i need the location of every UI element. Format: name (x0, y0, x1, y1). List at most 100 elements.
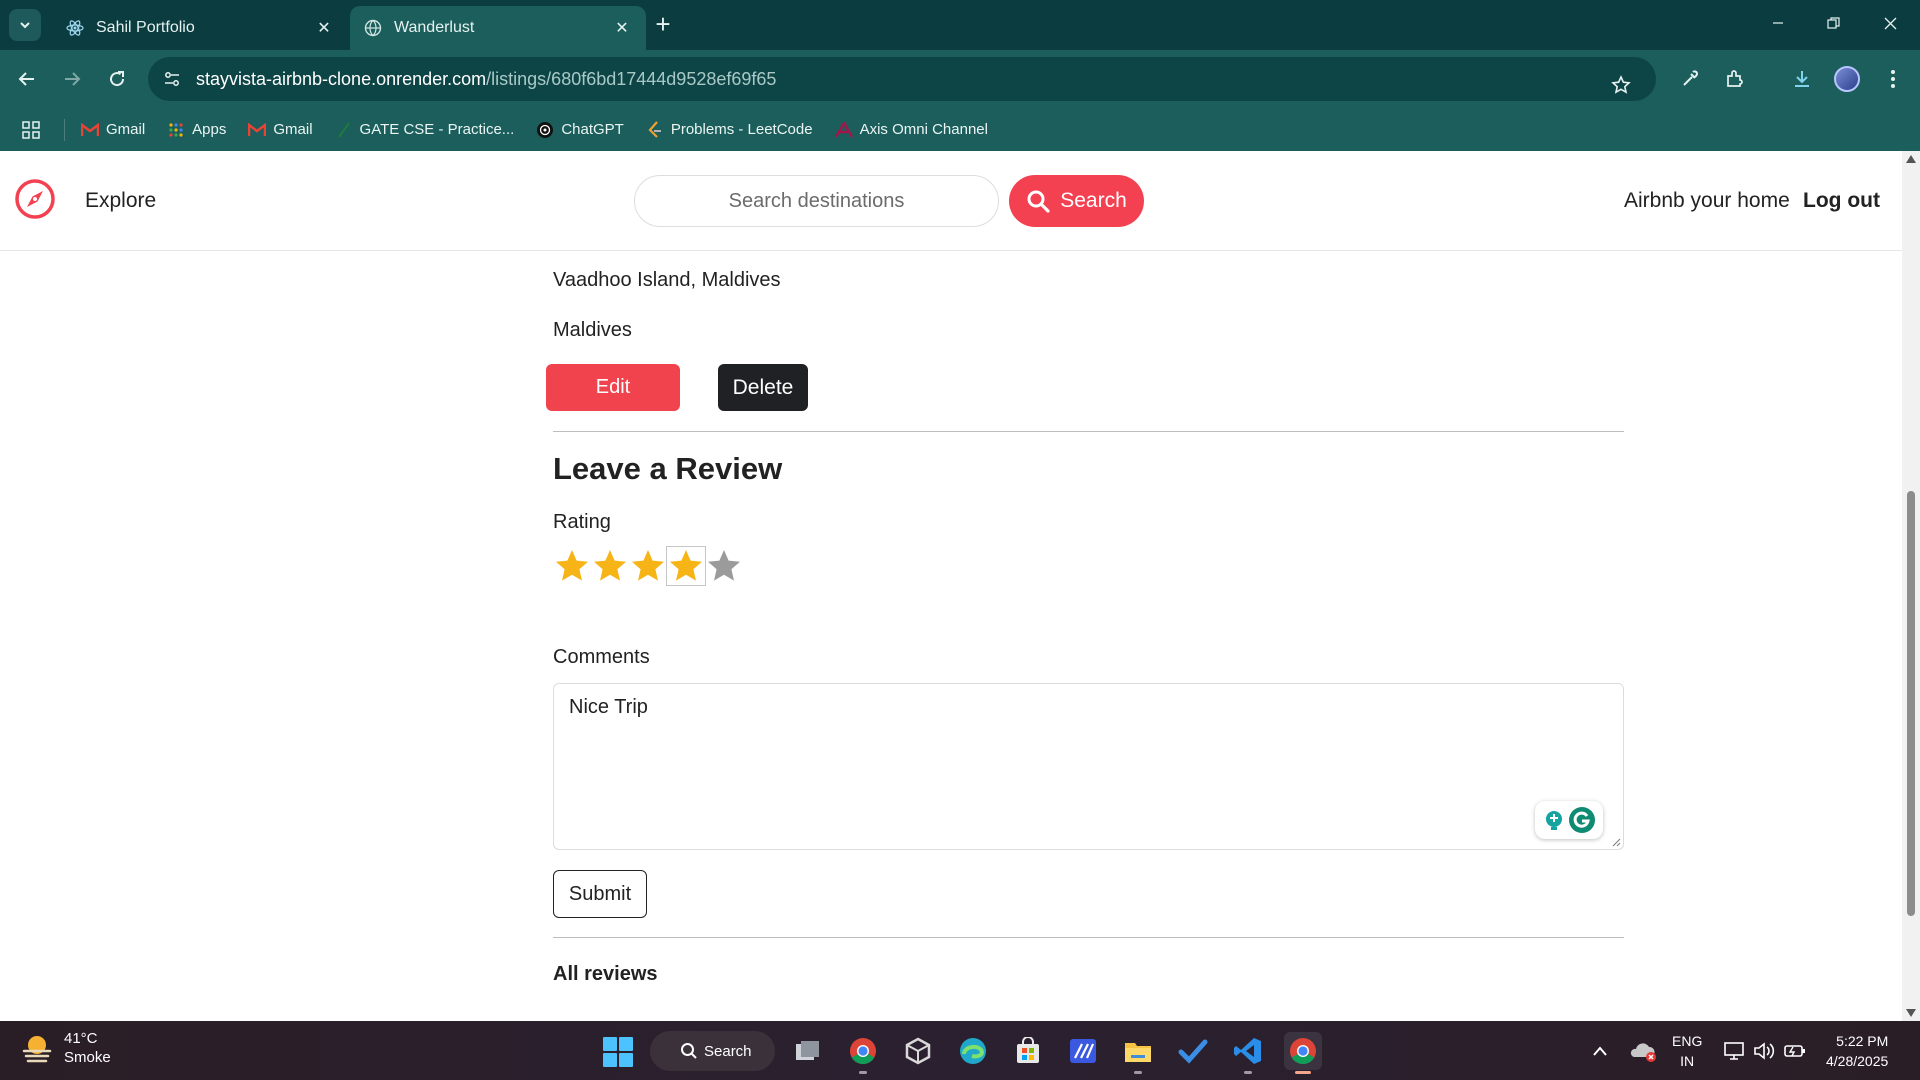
divider (553, 937, 1624, 938)
bookmark-star-icon[interactable] (1602, 66, 1640, 104)
all-reviews-heading: All reviews (553, 963, 658, 985)
tab-search-button[interactable] (9, 9, 41, 41)
reload-icon (110, 71, 125, 87)
back-button[interactable] (10, 62, 44, 96)
arrow-right-icon (65, 72, 81, 86)
checkmark-icon (1178, 1039, 1208, 1064)
system-clock[interactable]: 5:22 PM 4/28/2025 (1826, 1031, 1888, 1071)
taskbar-file-explorer[interactable] (1119, 1032, 1157, 1074)
review-form-title: Leave a Review (553, 451, 783, 486)
taskbar-task-view[interactable] (789, 1032, 827, 1070)
taskbar-search[interactable]: Search (650, 1031, 775, 1071)
weather-haze-icon (22, 1036, 52, 1063)
bookmark-gate-cse[interactable]: GATE CSE - Practice... (335, 121, 514, 138)
chevron-up-icon[interactable] (1592, 1045, 1608, 1057)
grammarly-icon[interactable] (1568, 806, 1596, 834)
windows-logo-tile (603, 1053, 617, 1067)
chevron-down-icon (20, 22, 30, 29)
tab-wanderlust[interactable]: Wanderlust ✕ (350, 6, 646, 50)
grammarly-widget[interactable] (1535, 801, 1603, 839)
taskbar-store[interactable] (1009, 1032, 1047, 1070)
page-scrollbar[interactable] (1902, 151, 1920, 1021)
comments-textarea[interactable] (553, 683, 1624, 850)
logout-link[interactable]: Log out (1803, 189, 1880, 213)
taskbar-todo[interactable] (1174, 1032, 1212, 1070)
bookmark-apps[interactable]: Apps (167, 121, 226, 138)
volume-icon[interactable] (1753, 1041, 1775, 1061)
delete-button[interactable]: Delete (718, 364, 808, 411)
taskbar-maths-app[interactable] (1064, 1032, 1102, 1070)
folder-icon (1125, 1043, 1151, 1062)
start-button[interactable] (603, 1037, 633, 1067)
star-icon[interactable] (666, 546, 706, 586)
star-icon[interactable] (553, 547, 591, 585)
star-icon[interactable] (591, 547, 629, 585)
close-window-button[interactable] (1870, 8, 1910, 38)
search-icon (681, 1043, 697, 1059)
apps-grid-icon[interactable] (20, 119, 42, 141)
compass-icon[interactable] (14, 178, 56, 220)
download-icon[interactable] (1785, 62, 1819, 96)
listing-location: Vaadhoo Island, Maldives (553, 269, 781, 291)
chrome-icon (850, 1038, 876, 1065)
airbnb-your-home-link[interactable]: Airbnb your home (1624, 189, 1790, 213)
close-icon[interactable]: ✕ (314, 18, 334, 38)
minimize-icon (1773, 22, 1783, 24)
taskbar-unity[interactable] (899, 1032, 937, 1070)
taskbar-edge[interactable] (954, 1032, 992, 1070)
forward-button[interactable] (55, 62, 89, 96)
scrollbar-thumb[interactable] (1907, 491, 1915, 916)
tab-title: Sahil Portfolio (96, 19, 195, 36)
resize-handle-icon[interactable] (1611, 837, 1621, 847)
menu-dots-icon[interactable] (1876, 62, 1910, 96)
bookmark-gmail[interactable]: Gmail (81, 121, 145, 138)
weather-temperature: 41°C (64, 1030, 98, 1047)
star-icon[interactable] (629, 547, 667, 585)
extensions-icon[interactable] (1718, 62, 1752, 96)
axis-icon (834, 121, 853, 138)
scroll-up-arrow-icon[interactable] (1906, 155, 1916, 163)
vscode-icon (1234, 1038, 1261, 1064)
bookmark-leetcode[interactable]: Problems - LeetCode (646, 120, 813, 138)
restore-button[interactable] (1813, 8, 1853, 38)
search-input[interactable] (634, 175, 999, 227)
browser-toolbar: stayvista-airbnb-clone.onrender.com/list… (0, 50, 1920, 108)
input-language-indicator[interactable]: ENG IN (1672, 1031, 1702, 1071)
globe-icon (364, 19, 382, 37)
address-bar[interactable]: stayvista-airbnb-clone.onrender.com/list… (148, 57, 1656, 101)
submit-button[interactable]: Submit (553, 870, 647, 918)
site-settings-icon[interactable] (160, 67, 184, 91)
taskbar-chrome[interactable] (1284, 1032, 1322, 1074)
react-icon (66, 19, 84, 37)
rating-label: Rating (553, 511, 611, 533)
star-icon[interactable] (705, 547, 743, 585)
close-icon[interactable]: ✕ (612, 18, 632, 38)
bookmark-label: ChatGPT (561, 121, 624, 138)
minimize-button[interactable] (1758, 8, 1798, 38)
profile-avatar[interactable] (1834, 66, 1860, 92)
weather-widget[interactable]: 41°C Smoke (20, 1029, 111, 1067)
bookmark-gmail-2[interactable]: Gmail (248, 121, 313, 138)
reload-button[interactable] (100, 62, 134, 96)
eyedropper-icon[interactable] (1673, 62, 1707, 96)
search-button[interactable]: Search (1009, 175, 1144, 227)
star-rating[interactable] (553, 546, 743, 586)
bookmark-axis[interactable]: Axis Omni Channel (834, 121, 988, 138)
taskbar-vscode[interactable] (1229, 1032, 1267, 1074)
taskbar-chrome-2[interactable] (844, 1032, 882, 1074)
edit-button[interactable]: Edit (546, 364, 680, 411)
chatgpt-icon (536, 121, 554, 138)
nav-explore-link[interactable]: Explore (85, 189, 156, 213)
bookmark-chatgpt[interactable]: ChatGPT (536, 121, 624, 138)
scroll-down-arrow-icon[interactable] (1906, 1009, 1916, 1017)
onedrive-error-icon[interactable] (1630, 1039, 1658, 1063)
search-icon (1027, 190, 1050, 213)
lightbulb-icon[interactable] (1542, 808, 1566, 832)
tab-sahil-portfolio[interactable]: Sahil Portfolio ✕ (52, 6, 348, 50)
new-tab-button[interactable]: + (650, 11, 676, 38)
battery-icon[interactable] (1783, 1041, 1807, 1061)
network-icon[interactable] (1724, 1041, 1746, 1061)
bookmark-label: Gmail (106, 121, 146, 138)
gmail-icon (248, 122, 267, 138)
windows-logo-tile (619, 1053, 633, 1067)
